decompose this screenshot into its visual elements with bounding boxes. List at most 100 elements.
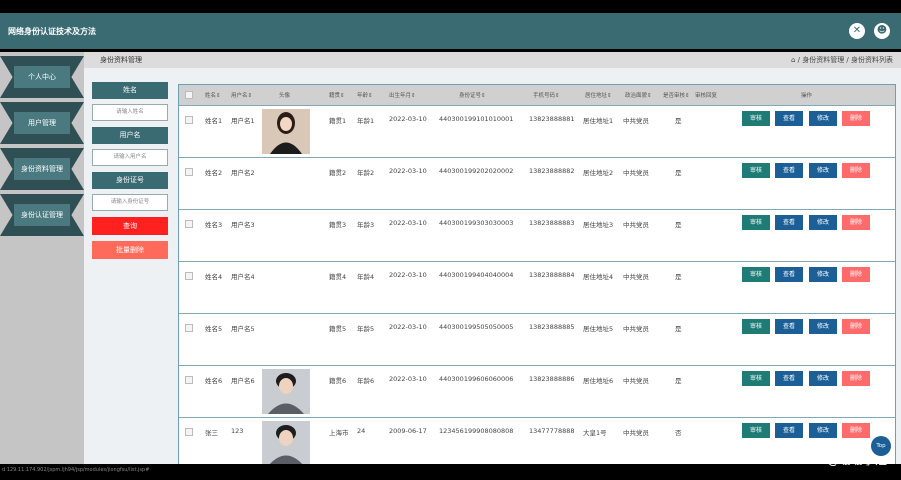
cell-name: 姓名3 bbox=[205, 221, 223, 229]
audit-button[interactable]: 审核 bbox=[742, 267, 770, 282]
breadcrumb[interactable]: ⌂ / 身份资料管理 / 身份资料列表 bbox=[791, 55, 893, 65]
cell-age: 24 bbox=[357, 427, 366, 435]
col-header[interactable]: 出生年月⇕ bbox=[389, 91, 416, 99]
batch-delete-button[interactable]: 批量删除 bbox=[92, 241, 168, 259]
audit-button[interactable]: 审核 bbox=[742, 319, 770, 334]
username-label: 用户名 bbox=[92, 127, 168, 144]
cell-name: 姓名6 bbox=[205, 377, 223, 385]
sidebar-item-personal-center[interactable]: 个人中心 bbox=[0, 56, 84, 98]
avatar bbox=[262, 109, 310, 154]
row-checkbox[interactable] bbox=[185, 220, 193, 228]
edit-button[interactable]: 修改 bbox=[809, 319, 837, 334]
table-row: 姓名3 用户名3 籍贯3 年龄3 2022-03-10 44030019930303000… bbox=[179, 209, 895, 261]
avatar bbox=[262, 421, 310, 466]
table-row: 张三 123 上海市 24 2009-06-17 123456199908080808 13… bbox=[179, 417, 895, 469]
audit-button[interactable]: 审核 bbox=[742, 111, 770, 126]
top-header: 网络身份认证技术及方法 ✕ ☻ bbox=[0, 13, 901, 49]
view-button[interactable]: 查看 bbox=[775, 215, 803, 230]
cell-user: 用户名3 bbox=[231, 221, 255, 229]
cell-audit: 是 bbox=[675, 377, 682, 385]
view-button[interactable]: 查看 bbox=[775, 111, 803, 126]
cell-id: 440300199404040004 bbox=[439, 271, 514, 279]
data-table: 姓名⇕ 用户名⇕ 头像 籍贯⇕ 年龄⇕ 出生年月⇕ 身份证号⇕ 手机号码⇕ 居住… bbox=[178, 84, 896, 469]
view-button[interactable]: 查看 bbox=[775, 163, 803, 178]
col-header[interactable]: 政治面貌⇕ bbox=[625, 91, 652, 99]
view-button[interactable]: 查看 bbox=[775, 423, 803, 438]
sidebar-item-label: 用户管理 bbox=[14, 112, 70, 134]
view-button[interactable]: 查看 bbox=[775, 267, 803, 282]
view-button[interactable]: 查看 bbox=[775, 319, 803, 334]
cell-audit: 是 bbox=[675, 325, 682, 333]
back-to-top-button[interactable]: Top bbox=[871, 436, 891, 456]
edit-button[interactable]: 修改 bbox=[809, 371, 837, 386]
edit-button[interactable]: 修改 bbox=[809, 163, 837, 178]
audit-button[interactable]: 审核 bbox=[742, 215, 770, 230]
table-row: 姓名6 用户名6 籍贯6 年龄6 2022-03-10 44030019960606000… bbox=[179, 365, 895, 417]
audit-button[interactable]: 审核 bbox=[742, 423, 770, 438]
username-input[interactable]: 请输入用户名 bbox=[92, 149, 168, 166]
watermark: CSDN @珊珊学姐 bbox=[788, 453, 887, 467]
close-icon[interactable]: ✕ bbox=[849, 23, 865, 39]
cell-phone: 13823888884 bbox=[529, 271, 575, 279]
row-checkbox[interactable] bbox=[185, 168, 193, 176]
id-number-input[interactable]: 请输入身份证号 bbox=[92, 194, 168, 211]
delete-button[interactable]: 删除 bbox=[842, 423, 870, 438]
cell-audit: 是 bbox=[675, 169, 682, 177]
cell-id: 440300199202020002 bbox=[439, 167, 514, 175]
row-checkbox[interactable] bbox=[185, 116, 193, 124]
cell-user: 用户名2 bbox=[231, 169, 255, 177]
cell-name: 姓名1 bbox=[205, 117, 223, 125]
cell-id: 123456199908080808 bbox=[439, 427, 514, 435]
delete-button[interactable]: 删除 bbox=[842, 371, 870, 386]
delete-button[interactable]: 删除 bbox=[842, 267, 870, 282]
col-header[interactable]: 居住地址⇕ bbox=[585, 91, 612, 99]
cell-phone: 13823888885 bbox=[529, 323, 575, 331]
row-checkbox[interactable] bbox=[185, 324, 193, 332]
sidebar-item-identity-auth[interactable]: 身份认证管理 bbox=[0, 194, 84, 236]
cell-pol: 中共党员 bbox=[623, 117, 649, 125]
cell-user: 123 bbox=[231, 427, 244, 435]
delete-button[interactable]: 删除 bbox=[842, 111, 870, 126]
col-header[interactable]: 籍贯⇕ bbox=[329, 91, 345, 99]
cell-addr: 居住地址2 bbox=[583, 169, 614, 177]
cell-phone: 13823888883 bbox=[529, 219, 575, 227]
edit-button[interactable]: 修改 bbox=[809, 111, 837, 126]
delete-button[interactable]: 删除 bbox=[842, 319, 870, 334]
name-label: 姓名 bbox=[92, 82, 168, 99]
delete-button[interactable]: 删除 bbox=[842, 215, 870, 230]
delete-button[interactable]: 删除 bbox=[842, 163, 870, 178]
sidebar-item-user-management[interactable]: 用户管理 bbox=[0, 102, 84, 144]
audit-button[interactable]: 审核 bbox=[742, 163, 770, 178]
sidebar-item-label: 个人中心 bbox=[14, 66, 70, 88]
col-header[interactable]: 用户名⇕ bbox=[231, 91, 252, 99]
user-icon[interactable]: ☻ bbox=[874, 23, 890, 39]
search-button[interactable]: 查询 bbox=[92, 217, 168, 235]
col-header[interactable]: 手机号码⇕ bbox=[533, 91, 560, 99]
row-checkbox[interactable] bbox=[185, 376, 193, 384]
cell-addr: 居住地址5 bbox=[583, 325, 614, 333]
status-bar: d 129.11.174.902/jspm.ljh94/jsp/modules/… bbox=[0, 464, 901, 480]
sidebar-item-identity-data[interactable]: 身份资料管理 bbox=[0, 148, 84, 190]
select-all-checkbox[interactable] bbox=[185, 91, 193, 99]
cell-native: 籍贯3 bbox=[329, 221, 347, 229]
audit-button[interactable]: 审核 bbox=[742, 371, 770, 386]
cell-phone: 13823888882 bbox=[529, 167, 575, 175]
edit-button[interactable]: 修改 bbox=[809, 267, 837, 282]
col-header[interactable]: 年龄⇕ bbox=[357, 91, 373, 99]
cell-age: 年龄1 bbox=[357, 117, 375, 125]
view-button[interactable]: 查看 bbox=[775, 371, 803, 386]
col-header[interactable]: 是否审核⇕ bbox=[663, 91, 690, 99]
edit-button[interactable]: 修改 bbox=[809, 215, 837, 230]
cell-birth: 2022-03-10 bbox=[389, 167, 427, 175]
col-header[interactable]: 姓名⇕ bbox=[205, 91, 221, 99]
name-input[interactable]: 请输入姓名 bbox=[92, 104, 168, 121]
row-checkbox[interactable] bbox=[185, 272, 193, 280]
cell-audit: 是 bbox=[675, 117, 682, 125]
cell-birth: 2022-03-10 bbox=[389, 375, 427, 383]
edit-button[interactable]: 修改 bbox=[809, 423, 837, 438]
table-row: 姓名5 用户名5 籍贯5 年龄5 2022-03-10 44030019950505000… bbox=[179, 313, 895, 365]
col-header[interactable]: 身份证号⇕ bbox=[459, 91, 486, 99]
row-checkbox[interactable] bbox=[185, 428, 193, 436]
cell-native: 籍贯4 bbox=[329, 273, 347, 281]
col-header: 头像 bbox=[279, 93, 291, 99]
